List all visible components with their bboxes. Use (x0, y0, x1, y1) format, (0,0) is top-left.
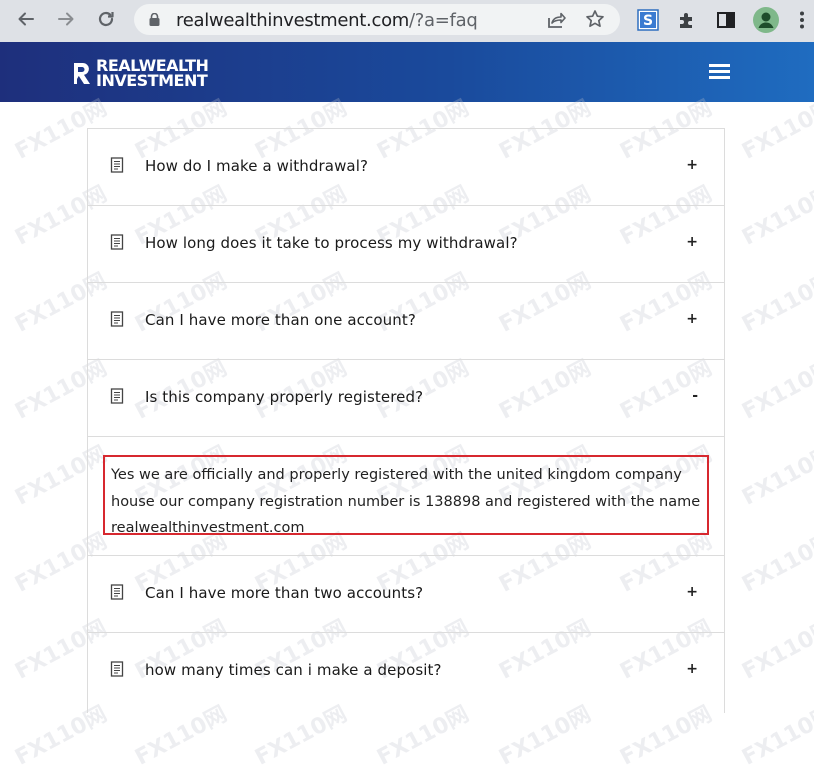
logo-text: REALWEALTH INVESTMENT (96, 58, 209, 90)
watermark-text: FX110网 (738, 268, 814, 338)
star-icon[interactable] (585, 9, 605, 29)
profile-button[interactable] (753, 7, 779, 33)
forward-button[interactable] (52, 5, 80, 33)
faq-question: Can I have more than one account? (145, 311, 416, 329)
faq-expand-toggle[interactable]: + (686, 311, 698, 327)
faq-expand-toggle[interactable]: + (686, 234, 698, 250)
url-path: /?a=faq (409, 10, 478, 31)
document-icon (110, 157, 124, 173)
document-icon (110, 234, 124, 250)
watermark-text: FX110网 (738, 441, 814, 511)
url-text[interactable]: realwealthinvestment.com/?a=faq (176, 10, 478, 31)
faq-expand-toggle[interactable]: + (686, 157, 698, 173)
lock-icon[interactable] (149, 13, 160, 26)
logo-mark-icon (74, 63, 90, 84)
logo-line-2: INVESTMENT (96, 71, 208, 90)
faq-collapse-toggle[interactable]: - (692, 388, 698, 404)
watermark-text: FX110网 (738, 181, 814, 251)
browser-toolbar: realwealthinvestment.com/?a=faq S (0, 0, 814, 42)
url-host: realwealthinvestment.com (176, 10, 410, 31)
extensions-button[interactable] (674, 7, 700, 33)
profile-icon (753, 7, 779, 33)
faq-answer-highlighted: Yes we are officially and properly regis… (103, 455, 709, 536)
extension-s-icon: S (637, 9, 659, 31)
faq-question: Can I have more than two accounts? (145, 584, 424, 602)
browser-menu-button[interactable] (792, 7, 812, 33)
side-panel-icon (717, 12, 735, 28)
site-logo[interactable]: REALWEALTH INVESTMENT (72, 58, 209, 90)
faq-item-multiple-accounts[interactable]: Can I have more than one account? + (88, 283, 724, 360)
document-icon (110, 661, 124, 677)
address-bar[interactable]: realwealthinvestment.com/?a=faq (134, 4, 620, 35)
faq-answer-panel: Yes we are officially and properly regis… (88, 437, 724, 556)
faq-item-two-accounts[interactable]: Can I have more than two accounts? + (88, 556, 724, 633)
hamburger-icon[interactable] (709, 64, 730, 80)
faq-question: how many times can i make a deposit? (145, 661, 442, 679)
arrow-left-icon (18, 12, 34, 26)
document-icon (110, 584, 124, 600)
faq-question: Is this company properly registered? (145, 388, 424, 406)
kebab-menu-icon (800, 11, 804, 29)
faq-item-withdrawal[interactable]: How do I make a withdrawal? + (88, 129, 724, 206)
reload-icon (98, 11, 114, 27)
faq-question: How long does it take to process my with… (145, 234, 518, 252)
watermark-text: FX110网 (738, 528, 814, 598)
arrow-right-icon (58, 12, 74, 26)
side-panel-button[interactable] (713, 7, 739, 33)
reload-button[interactable] (92, 5, 120, 33)
faq-item-withdrawal-time[interactable]: How long does it take to process my with… (88, 206, 724, 283)
extension-s-button[interactable]: S (635, 7, 661, 33)
faq-expand-toggle[interactable]: + (686, 661, 698, 677)
faq-item-deposit-times[interactable]: how many times can i make a deposit? + (88, 633, 724, 710)
faq-item-registered[interactable]: Is this company properly registered? - (88, 360, 724, 437)
faq-question: How do I make a withdrawal? (145, 157, 369, 175)
watermark-text: FX110网 (738, 701, 814, 771)
share-icon[interactable] (546, 10, 566, 29)
puzzle-icon (680, 13, 692, 28)
document-icon (110, 311, 124, 327)
back-button[interactable] (12, 5, 40, 33)
faq-accordion: How do I make a withdrawal? + How long d… (87, 128, 725, 713)
watermark-text: FX110网 (738, 615, 814, 685)
document-icon (110, 388, 124, 404)
svg-text:S: S (643, 13, 653, 29)
watermark-text: FX110网 (738, 355, 814, 425)
faq-expand-toggle[interactable]: + (686, 584, 698, 600)
